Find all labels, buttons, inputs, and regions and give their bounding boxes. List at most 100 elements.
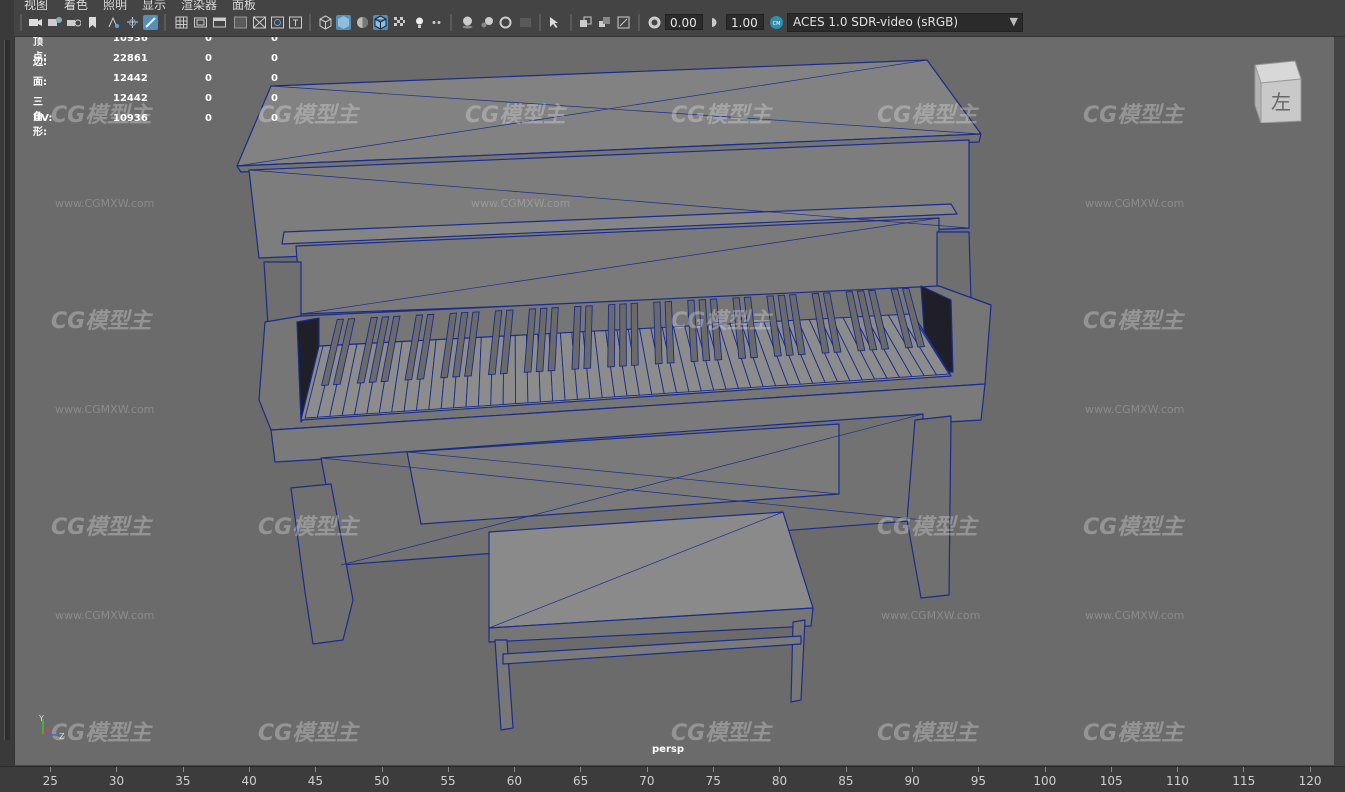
timeline-tick-label: 55	[440, 774, 456, 788]
multisample-aa-icon[interactable]	[498, 15, 513, 30]
image-plane-icon[interactable]	[85, 15, 100, 30]
watermark-logo: CG模型主	[671, 721, 772, 746]
view-cube[interactable]: 左	[1251, 59, 1303, 124]
smooth-shade-icon[interactable]	[336, 15, 351, 30]
watermark-url: www.CGMXW.com	[55, 609, 155, 622]
watermark-url: www.CGMXW.com	[55, 403, 155, 416]
hud-value: 10936	[113, 37, 148, 44]
timeline-tick-label: 85	[838, 774, 854, 788]
screen-space-ao-icon[interactable]	[460, 15, 475, 30]
motion-blur-icon[interactable]	[480, 15, 495, 30]
pencil-tool-icon[interactable]	[143, 15, 158, 30]
xray-joints-icon[interactable]	[597, 15, 612, 30]
menu-show[interactable]: 显示	[142, 0, 166, 10]
right-scroll-strip[interactable]	[1334, 37, 1345, 765]
timeline-tick	[1110, 767, 1112, 772]
black-key	[619, 303, 627, 367]
field-chart-icon[interactable]	[252, 15, 267, 30]
hud-value: 0	[271, 53, 278, 64]
view-cube-icon: 左	[1254, 60, 1302, 124]
black-key	[607, 303, 616, 368]
default-material-icon[interactable]	[355, 15, 370, 30]
exposure-icon[interactable]	[647, 15, 662, 30]
watermark-logo: CG模型主	[1083, 309, 1184, 334]
piano-wireframe-model	[236, 59, 992, 731]
film-gate-icon[interactable]	[193, 15, 208, 30]
timeline-tick	[978, 767, 980, 772]
shadows-icon[interactable]	[430, 15, 445, 30]
gate-mask-icon[interactable]	[233, 15, 248, 30]
time-slider[interactable]: 25 30 35 40 45 50 55 60 65 70 75 80 85 90 95 100 105 110 1…	[0, 766, 1345, 792]
gamma-icon[interactable]	[708, 15, 723, 30]
black-key	[630, 302, 639, 366]
timeline-tick-label: 95	[970, 774, 987, 788]
watermark-logo: CG模型主	[1083, 515, 1184, 540]
hud-value: 0	[205, 93, 212, 104]
watermark-url: www.CGMXW.com	[55, 197, 155, 210]
toolbar-separator	[570, 14, 572, 31]
color-management-dropdown[interactable]: ACES 1.0 SDR-video (sRGB) ▼	[787, 13, 1023, 32]
color-management-icon[interactable]: CM	[769, 15, 784, 30]
watermark-logo: CG模型主	[51, 515, 152, 540]
2d-pan-zoom-icon[interactable]	[106, 15, 121, 30]
use-all-lights-icon[interactable]	[412, 15, 427, 30]
timeline-tick	[779, 767, 781, 772]
timeline-tick	[646, 767, 648, 772]
toolbar-separator	[450, 14, 452, 31]
grease-pencil-icon[interactable]	[125, 15, 140, 30]
timeline-tick	[248, 767, 250, 772]
exposure-field[interactable]: 0.00	[665, 14, 703, 30]
safe-title-icon[interactable]	[288, 15, 303, 30]
timeline-tick-label: 30	[108, 774, 125, 788]
timeline-tick-label: 50	[374, 774, 390, 788]
toolbar-separator	[309, 14, 311, 31]
timeline-tick-label: 110	[1166, 774, 1189, 788]
svg-text:CM: CM	[773, 21, 781, 27]
grid-icon[interactable]	[174, 15, 189, 30]
timeline-tick	[50, 767, 51, 772]
toolbar-separator	[164, 14, 166, 31]
menu-panels[interactable]: 面板	[232, 0, 256, 10]
timeline-tick-label: 120	[1298, 774, 1322, 788]
isolate-select-icon[interactable]	[547, 15, 562, 30]
gamma-field[interactable]: 1.00	[726, 14, 764, 30]
hud-value: 0	[271, 93, 278, 104]
timeline-tick-label: 25	[42, 774, 58, 788]
wireframe-icon[interactable]	[318, 15, 333, 30]
menu-shading[interactable]: 着色	[64, 0, 88, 10]
xray-icon[interactable]	[578, 15, 593, 30]
timeline-tick-label: 105	[1099, 774, 1123, 788]
xray-components-icon[interactable]	[616, 15, 631, 30]
textured-icon[interactable]	[392, 15, 407, 30]
watermark-logo: CG模型主	[1083, 721, 1184, 746]
chevron-down-icon: ▼	[1009, 15, 1018, 28]
watermark-logo: CG模型主	[671, 309, 772, 334]
menu-view[interactable]: 视图	[24, 0, 48, 10]
menu-lighting[interactable]: 照明	[103, 0, 127, 10]
depth-of-field-icon[interactable]	[518, 15, 533, 30]
left-panel-handle[interactable]	[4, 40, 10, 740]
timeline-tick-label: 75	[705, 774, 721, 788]
wireframe-on-shaded-icon[interactable]	[373, 15, 388, 30]
perspective-viewport[interactable]: CG模型主 CG模型主 CG模型主 CG模型主 CG模型主 CG模型主 www.…	[14, 37, 1335, 765]
hud-label: 边:	[33, 57, 47, 68]
timeline-tick-label: 115	[1232, 774, 1256, 788]
watermark-url: www.CGMXW.com	[1085, 197, 1185, 210]
camera-name-label: persp	[652, 744, 684, 755]
safe-action-icon[interactable]	[270, 15, 285, 30]
color-management-label: ACES 1.0 SDR-video (sRGB)	[793, 15, 959, 29]
timeline-tick	[447, 767, 449, 772]
bookmarks-icon[interactable]	[66, 15, 81, 30]
camera-attributes-icon[interactable]	[47, 15, 62, 30]
resolution-gate-icon[interactable]	[212, 15, 227, 30]
timeline-tick	[1243, 767, 1245, 772]
watermark-logo: CG模型主	[877, 721, 978, 746]
watermark-logo: CG模型主	[671, 103, 772, 128]
select-camera-icon[interactable]	[28, 15, 43, 30]
menu-renderer[interactable]: 渲染器	[181, 0, 217, 10]
watermark-logo: CG模型主	[877, 103, 978, 128]
timeline-tick-label: 90	[904, 774, 920, 788]
axis-y-label: Y	[38, 714, 44, 723]
watermark-logo: CG模型主	[51, 309, 152, 334]
timeline-tick	[713, 767, 714, 772]
